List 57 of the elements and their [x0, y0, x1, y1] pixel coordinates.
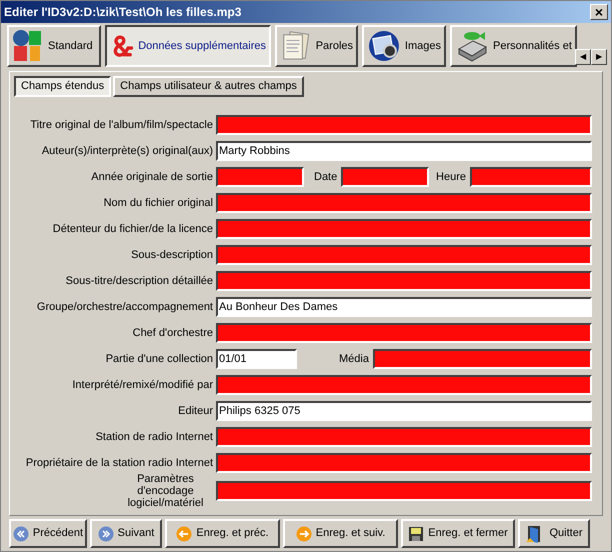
field-label: Interprété/remixé/modifié par [72, 378, 213, 393]
field-label: Propriétaire de la station radio Internet [26, 456, 213, 471]
field-label: Nom du fichier original [104, 196, 213, 211]
input-field[interactable] [216, 193, 592, 213]
field-label: Chef d'orchestre [132, 326, 213, 341]
input-field[interactable] [216, 323, 592, 343]
input-field[interactable] [216, 271, 592, 291]
close-button[interactable]: × [590, 4, 608, 20]
subtab[interactable]: Champs utilisateur & autres champs [113, 76, 304, 97]
field-label: Station de radio Internet [96, 430, 213, 445]
field-label: Média [339, 352, 369, 367]
action-button[interactable]: Enreg. et fermer [401, 519, 515, 548]
action-button[interactable]: Enreg. et préc. [165, 519, 280, 548]
rewind-icon [12, 526, 29, 542]
tab[interactable]: Paroles [275, 25, 358, 67]
input-field[interactable]: Au Bonheur Des Dames [216, 297, 592, 317]
input-field[interactable] [341, 167, 430, 187]
window-title: Editer l'ID3v2:D:\zik\Test\Oh les filles.mp3 [4, 4, 242, 21]
field-label: Heure [436, 170, 466, 185]
input-field[interactable] [216, 453, 592, 473]
action-button[interactable]: Enreg. et suiv. [283, 519, 398, 548]
input-field[interactable] [216, 375, 592, 395]
field-label: Sous-description [131, 248, 213, 263]
blocks-icon [12, 29, 44, 63]
field-label: Groupe/orchestre/accompagnement [36, 300, 213, 315]
action-button[interactable]: Précédent [9, 519, 87, 548]
action-button[interactable]: Suivant [90, 519, 162, 548]
input-field[interactable]: 01/01 [216, 349, 297, 369]
field-label: Détenteur du fichier/de la licence [52, 222, 213, 237]
input-field[interactable] [216, 115, 592, 135]
input-field[interactable]: Marty Robbins [216, 141, 592, 161]
fast-forward-icon [98, 526, 114, 542]
input-field[interactable] [372, 349, 592, 369]
tab[interactable]: Standard [7, 25, 101, 67]
scroll-button[interactable]: ◀ [575, 49, 591, 65]
input-field[interactable] [216, 427, 592, 447]
field-label: Editeur [178, 404, 213, 419]
tab[interactable]: Images [362, 25, 446, 67]
photo-icon [367, 29, 401, 63]
input-field[interactable] [216, 219, 592, 239]
input-field[interactable] [216, 481, 592, 501]
field-label: Date [314, 170, 338, 185]
input-field[interactable]: Philips 6325 075 [216, 401, 592, 421]
input-field[interactable] [216, 167, 304, 187]
tab[interactable]: Données supplémentaires [105, 25, 271, 67]
subtab[interactable]: Champs étendus [14, 76, 112, 97]
field-label: Auteur(s)/interprète(s) original(aux) [42, 144, 213, 159]
field-label: Sous-titre/description détaillée [66, 274, 213, 289]
action-button[interactable]: Quitter [518, 519, 590, 548]
field-label: Paramètres d'encodage logiciel/matériel [126, 473, 204, 509]
field-label: Année originale de sortie [91, 170, 213, 185]
field-label: Titre original de l'album/film/spectacle [30, 118, 213, 133]
input-field[interactable] [470, 167, 592, 187]
tab[interactable]: Personnalités et [450, 25, 577, 67]
scroll-button[interactable]: ▶ [591, 49, 607, 65]
input-field[interactable] [216, 245, 592, 265]
field-label: Partie d'une collection [106, 352, 213, 367]
